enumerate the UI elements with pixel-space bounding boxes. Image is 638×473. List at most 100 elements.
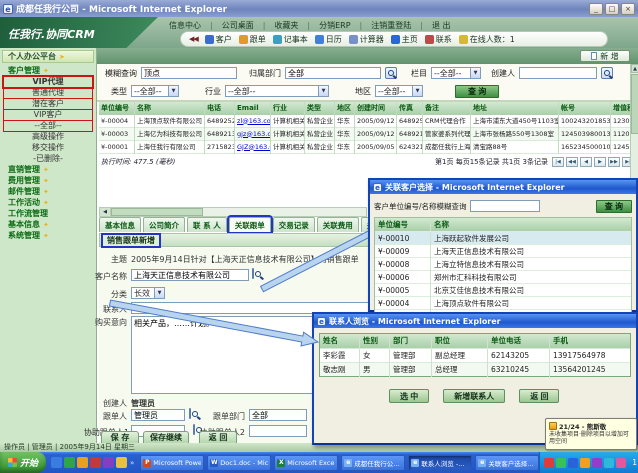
tray-update-icon[interactable] [580,458,590,468]
sidebar-item-vip-customer[interactable]: VIP客户 [4,110,92,120]
scrollbar-thumb[interactable] [111,208,203,216]
menu-item-erp[interactable]: 分销ERP [310,20,359,31]
messenger-icon[interactable] [103,457,114,468]
assist2-input[interactable] [249,425,307,437]
fuzzy-search-input[interactable] [141,67,237,79]
customer-row[interactable]: ¥-00008上海立特信息技术有限公司 [375,257,631,270]
tab-basic-info[interactable]: 基本信息 [99,217,141,232]
quicklaunch-overflow-icon[interactable]: » [130,459,134,467]
tab-contacts[interactable]: 联 系 人 [187,217,227,232]
customer-search-input[interactable] [470,200,540,212]
sidebar-section-expense-mgmt[interactable]: 费用管理✦ [4,176,92,186]
scroll-up-icon[interactable]: ▲ [631,64,638,73]
pager-prev-button[interactable]: ◀ [580,157,592,167]
customer-row[interactable]: ¥-00004上海顶点软件有限公司 [375,296,631,309]
follower-input[interactable] [131,409,185,421]
tray-app-icon[interactable] [616,458,626,468]
customer-row[interactable]: ¥-00005北京艾佳信息技术有限公司 [375,283,631,296]
category-select[interactable]: 长效▼ [131,287,165,299]
pager-next-button[interactable]: ▶ [594,157,606,167]
menu-item-exit[interactable]: 退 出 [423,20,460,31]
taskbar-item-crm[interactable]: e成都任我行公... [341,455,405,471]
region-select[interactable]: --全部--▼ [375,85,423,97]
sidebar-section-work-activity[interactable]: 工作活动✦ [4,198,92,208]
toolbar-item-calendar[interactable]: 日历 [315,34,342,45]
creator-input[interactable] [519,67,597,79]
pager-first-button[interactable]: |◀ [552,157,564,167]
toolbar-item-followup[interactable]: 跟单 [239,34,266,45]
new-record-button[interactable]: 新 增 [580,50,630,62]
tray-network-icon[interactable] [568,458,578,468]
customer-row[interactable]: ¥-00010上海跃起软件发展公司 [375,231,631,244]
scrollbar-thumb[interactable] [631,74,638,134]
close-button[interactable]: × [621,3,635,15]
popup-titlebar[interactable]: e关联客户选择 - Microsoft Internet Explorer [370,180,636,194]
tray-volume-icon[interactable] [592,458,602,468]
sidebar-section-customer-mgmt[interactable]: 客户管理✦ [4,66,92,76]
minimize-button[interactable]: _ [589,3,603,15]
tab-transactions[interactable]: 交易记录 [273,217,315,232]
sidebar-section-basic-info[interactable]: 基本信息✦ [4,220,92,230]
mail-icon[interactable] [90,457,101,468]
back-button[interactable]: 返 回 [519,389,559,403]
taskbar-item-powerpoint[interactable]: PMicrosoft Powe... [140,455,204,471]
pager-prev-fast-button[interactable]: ◀◀ [566,157,578,167]
menu-item-relogin[interactable]: 注销重登陆 [362,20,420,31]
type-select[interactable]: --全部--▼ [131,85,179,97]
customer-name-input[interactable] [131,269,249,281]
menu-item-info-center[interactable]: 信息中心 [160,20,210,31]
maximize-button[interactable]: □ [605,3,619,15]
scroll-left-icon[interactable]: ◀ [100,208,111,216]
sidebar-section-system-mgmt[interactable]: 系统管理✦ [4,231,92,241]
sidebar-item-all[interactable]: --全部-- [4,121,92,131]
toolbar-item-calculator[interactable]: 计算器 [349,34,384,45]
customer-search-button[interactable]: 查 询 [596,200,632,213]
tray-antivirus-icon[interactable] [544,458,554,468]
start-button[interactable]: 开始 [0,452,46,473]
sidebar-item-normal-agent[interactable]: 普通代理 [4,88,92,98]
sidebar-section-workflow[interactable]: 工作流管理 [4,209,92,219]
sidebar-item-deleted[interactable]: -已删除- [4,154,92,164]
tab-related-expense[interactable]: 关联费用 [317,217,359,232]
table-row[interactable]: ¥-00001上海任我行有限公司27158230GJZ@163.COM计算机相关… [99,141,636,154]
toolbar-item-contact[interactable]: 联系 [425,34,452,45]
taskbar-item-excel[interactable]: XMicrosoft Excel ... [274,455,338,471]
sidebar-item-advanced-ops[interactable]: 高级操作 [4,132,92,142]
ie-quicklaunch-icon[interactable] [51,457,62,468]
back-icon[interactable]: ◀◀ [189,35,198,43]
customer-row[interactable]: ¥-00009上海天正信息技术有限公司 [375,244,631,257]
toolbar-item-home[interactable]: 主页 [391,34,418,45]
follow-dept-input[interactable] [249,409,307,421]
pen-icon[interactable] [116,457,127,468]
pager-next-fast-button[interactable]: ▶▶ [608,157,620,167]
table-row[interactable]: ¥-00004上海顶点软件有限公司64892525zl@163.com计算机相关… [99,115,636,128]
tray-im-icon[interactable] [556,458,566,468]
show-desktop-icon[interactable] [64,457,75,468]
taskbar-item-word[interactable]: WDoc1.doc - Micr... [207,455,271,471]
media-player-icon[interactable] [77,457,88,468]
select-contact-button[interactable]: 选 中 [389,389,429,403]
popup-titlebar[interactable]: e联系人浏览 - Microsoft Internet Explorer [314,314,636,328]
tab-company-profile[interactable]: 公司简介 [143,217,185,232]
column-select[interactable]: --全部--▼ [431,67,481,79]
sidebar-section-direct-sales[interactable]: 直销管理✦ [4,165,92,175]
sidebar-section-mail-mgmt[interactable]: 邮件管理✦ [4,187,92,197]
toolbar-item-notepad[interactable]: 记事本 [273,34,308,45]
table-row[interactable]: ¥-00003上海亿为科技有限公司64892132gjz@163.com计算机相… [99,128,636,141]
sidebar-item-potential-customer[interactable]: 潜在客户 [4,99,92,109]
assist1-lookup-icon[interactable] [193,424,195,435]
industry-select[interactable]: --全部--▼ [225,85,329,97]
email-link[interactable]: GJZ@163.COM [235,141,271,154]
dept-input[interactable] [285,67,381,79]
creator-lookup-icon[interactable] [601,67,613,79]
sidebar-item-personal-office[interactable]: 个人办公平台➤ [2,50,94,63]
menu-item-company-desktop[interactable]: 公司桌面 [213,20,263,31]
contact-row[interactable]: 敬志刚男管理部总经理6321024513564201245 [320,362,630,376]
email-link[interactable]: zl@163.com [235,115,271,128]
taskbar-item-customer-picker[interactable]: e关联客户选择... [475,455,539,471]
add-contact-button[interactable]: 新增联系人 [443,389,505,403]
email-link[interactable]: gjz@163.com [235,128,271,141]
sidebar-item-vip-agent[interactable]: VIP代理 [4,77,92,87]
sidebar-item-transfer-ops[interactable]: 移交操作 [4,143,92,153]
follower-lookup-icon[interactable] [189,408,191,419]
